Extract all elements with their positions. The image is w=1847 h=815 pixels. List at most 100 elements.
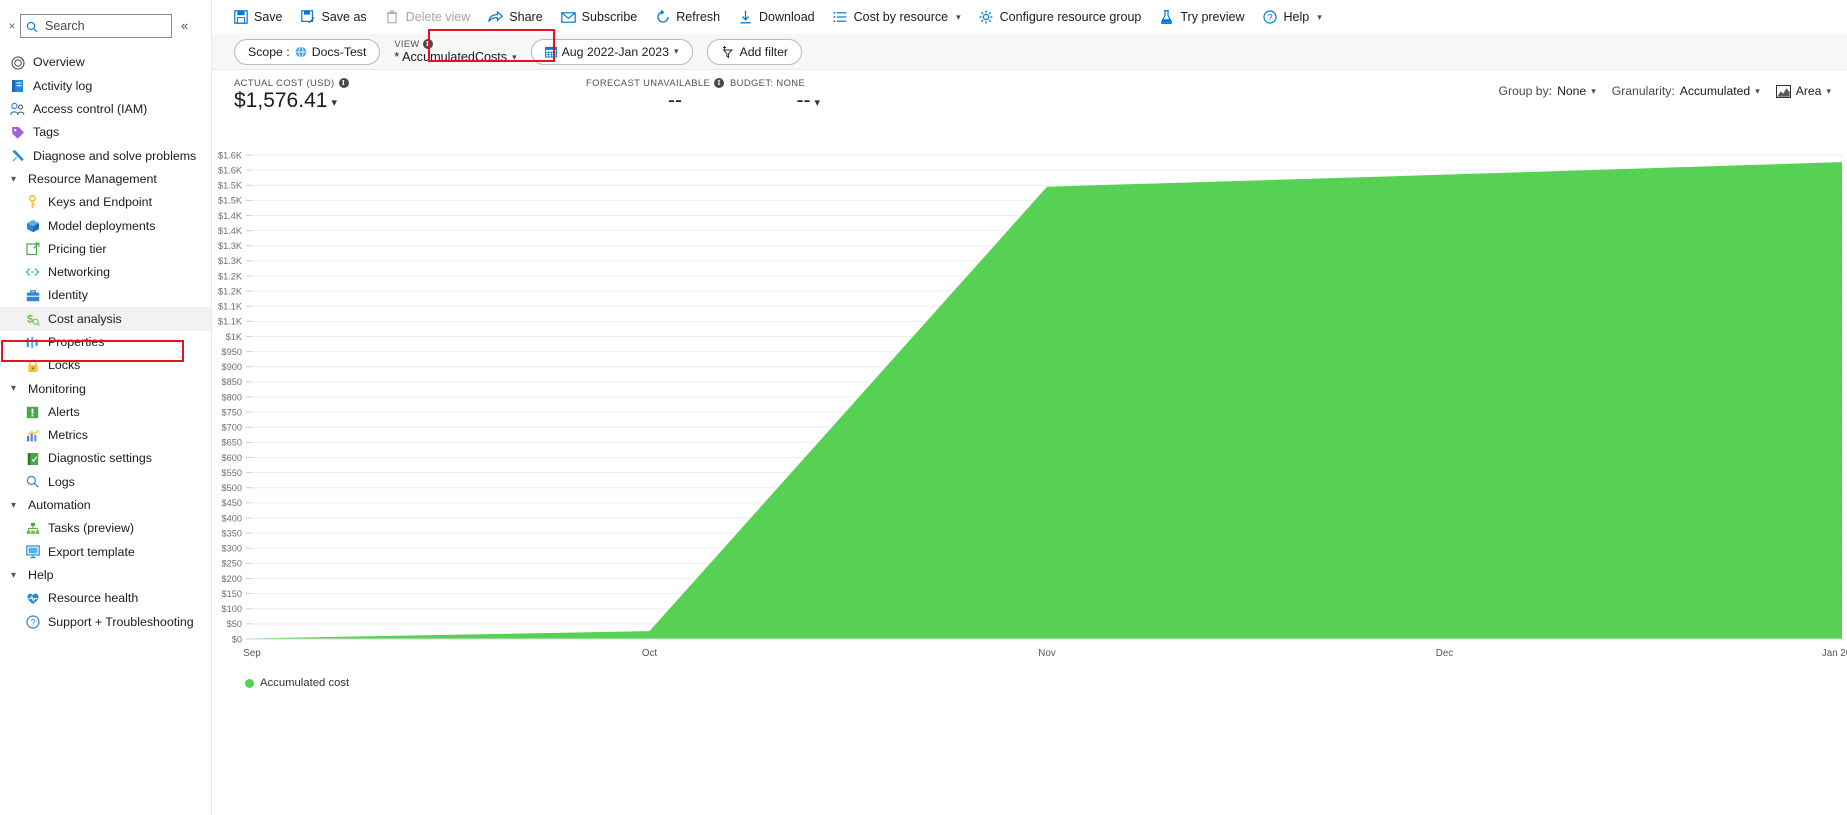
chevron-down-icon: ▾ [1317, 11, 1322, 22]
chart-type-selector[interactable]: Area ▾ [1775, 84, 1831, 98]
info-icon[interactable]: i [338, 77, 349, 88]
area-series-accumulated-cost[interactable] [252, 162, 1842, 639]
help-button[interactable]: ? Help ▾ [1254, 3, 1331, 31]
sidebar-item-label: Help [28, 567, 54, 582]
sidebar-item-monitoring[interactable]: ▾ Monitoring [0, 377, 211, 400]
key-icon [25, 195, 40, 210]
sidebar-item-diagnostic-settings[interactable]: Diagnostic settings [0, 447, 211, 470]
view-value-button[interactable]: * AccumulatedCosts ▾ [394, 50, 516, 64]
y-axis-tick-label: $1.5K [218, 181, 243, 191]
sidebar-item-label: Metrics [48, 428, 88, 443]
kpi-actual-cost-value-row[interactable]: $1,576.41 ▾ [234, 89, 349, 112]
chevron-down-icon: ▾ [814, 97, 820, 109]
sidebar-item-properties[interactable]: Properties [0, 331, 211, 354]
y-axis-tick-label: $1.2K [218, 286, 243, 296]
metrics-icon [25, 428, 40, 443]
sidebar-item-overview[interactable]: Overview [0, 51, 211, 74]
sidebar-item-tasks-preview[interactable]: Tasks (preview) [0, 517, 211, 540]
sidebar-item-help[interactable]: ▾ Help [0, 564, 211, 587]
refresh-button[interactable]: Refresh [646, 3, 729, 31]
legend-label: Accumulated cost [260, 677, 350, 689]
y-axis-tick-label: $700 [222, 423, 242, 433]
close-icon[interactable]: × [4, 20, 20, 32]
sidebar-item-logs[interactable]: Logs [0, 470, 211, 493]
sidebar-item-model-deployments[interactable]: Model deployments [0, 214, 211, 237]
group-by-value: None [1557, 84, 1587, 98]
chevron-down-icon: ▾ [673, 46, 679, 56]
cost-area-chart-svg[interactable]: $1.6K $1.6K $1.5K $1.5K $1.4K $1.4K $1.3K $1.3K… [212, 150, 1847, 815]
sidebar-item-identity[interactable]: Identity [0, 284, 211, 307]
search-input-container[interactable] [20, 13, 172, 38]
scope-selector-button[interactable]: Scope : Docs-Test [234, 38, 381, 65]
svg-text:$: $ [27, 314, 33, 326]
sidebar-item-label: Cost analysis [48, 311, 122, 326]
sidebar-item-support-troubleshooting[interactable]: ? Support + Troubleshooting [0, 610, 211, 633]
sidebar-item-metrics[interactable]: Metrics [0, 424, 211, 447]
sidebar-item-locks[interactable]: Locks [0, 354, 211, 377]
y-axis-tick-label: $1.5K [218, 196, 243, 206]
sidebar-item-cost-analysis[interactable]: $ Cost analysis [0, 307, 211, 331]
configure-resource-group-button[interactable]: Configure resource group [970, 3, 1151, 31]
y-axis-tick-label: $150 [222, 589, 242, 599]
x-axis-tick-label: Dec [1436, 648, 1454, 659]
sidebar-item-networking[interactable]: Networking [0, 261, 211, 284]
info-icon[interactable]: i [714, 77, 725, 88]
sidebar-item-label: Identity [48, 288, 88, 303]
save-as-button[interactable]: Save as [292, 3, 376, 31]
x-axis-tick-label: Nov [1038, 648, 1056, 659]
collapse-sidebar-icon[interactable]: « [181, 19, 188, 32]
refresh-icon [655, 10, 670, 25]
access-control-icon [10, 102, 25, 117]
kpi-forecast-label: FORECAST UNAVAILABLE i [586, 77, 725, 88]
chevron-down-icon: ▾ [10, 569, 17, 581]
download-button[interactable]: Download [729, 3, 824, 31]
kpi-budget-value-row[interactable]: -- ▾ [730, 89, 820, 112]
share-label: Share [509, 10, 543, 24]
y-axis-tick-label: $250 [222, 559, 242, 569]
sidebar-item-activity-log[interactable]: Activity log [0, 74, 211, 97]
share-button[interactable]: Share [479, 3, 551, 31]
try-preview-label: Try preview [1180, 10, 1245, 24]
y-axis-tick-label: $1.1K [218, 302, 243, 312]
help-icon: ? [1263, 10, 1278, 25]
save-button[interactable]: Save [224, 3, 292, 31]
subscribe-label: Subscribe [581, 10, 638, 24]
logs-icon [25, 474, 40, 489]
y-axis-tick-label: $1.3K [218, 241, 243, 251]
scope-prefix-label: Scope : [248, 44, 290, 59]
kpi-budget-label: BUDGET: NONE [730, 77, 820, 88]
filter-toolbar: Scope : Docs-Test VIEW i * AccumulatedCo… [212, 34, 1847, 70]
beaker-icon [1159, 10, 1174, 25]
add-filter-button[interactable]: Add filter [706, 38, 803, 65]
y-axis-tick-label: $950 [222, 347, 242, 357]
sidebar-item-diagnose-and-solve-problems[interactable]: Diagnose and solve problems [0, 144, 211, 167]
date-range-button[interactable]: Aug 2022-Jan 2023 ▾ [530, 38, 693, 65]
try-preview-button[interactable]: Try preview [1150, 3, 1253, 31]
sidebar-item-keys-and-endpoint[interactable]: Keys and Endpoint [0, 191, 211, 214]
cost-by-resource-button[interactable]: Cost by resource ▾ [824, 3, 970, 31]
sidebar-item-pricing-tier[interactable]: Pricing tier [0, 237, 211, 260]
subscribe-button[interactable]: Subscribe [552, 3, 647, 31]
azure-cost-analysis-page: × « Overview Activity log Access control (… [0, 0, 1847, 815]
refresh-label: Refresh [676, 10, 721, 24]
sidebar-nav-list: Overview Activity log Access control (IAM)… [0, 51, 211, 633]
sidebar-item-export-template[interactable]: Export template [0, 540, 211, 563]
sidebar-item-label: Resource health [48, 591, 139, 606]
sidebar-item-access-control-iam[interactable]: Access control (IAM) [0, 98, 211, 121]
resource-health-icon [25, 591, 40, 606]
sidebar-item-tags[interactable]: Tags [0, 121, 211, 144]
info-icon[interactable]: i [422, 39, 433, 49]
sidebar-item-resource-health[interactable]: Resource health [0, 587, 211, 610]
search-input[interactable] [43, 17, 166, 34]
sidebar-item-alerts[interactable]: Alerts [0, 400, 211, 423]
cost-area-chart[interactable]: $1.6K $1.6K $1.5K $1.5K $1.4K $1.4K $1.3K $1.3K… [212, 150, 1847, 815]
group-by-selector[interactable]: Group by: None ▾ [1499, 84, 1596, 98]
pricing-tier-icon [25, 242, 40, 257]
sidebar-item-resource-management[interactable]: ▾ Resource Management [0, 167, 211, 190]
support-icon: ? [25, 614, 40, 629]
granularity-selector[interactable]: Granularity: Accumulated ▾ [1612, 84, 1760, 98]
sidebar-item-automation[interactable]: ▾ Automation [0, 494, 211, 517]
kpi-budget-caption: BUDGET: NONE [730, 77, 806, 88]
download-icon [738, 10, 753, 25]
share-icon [488, 10, 504, 25]
